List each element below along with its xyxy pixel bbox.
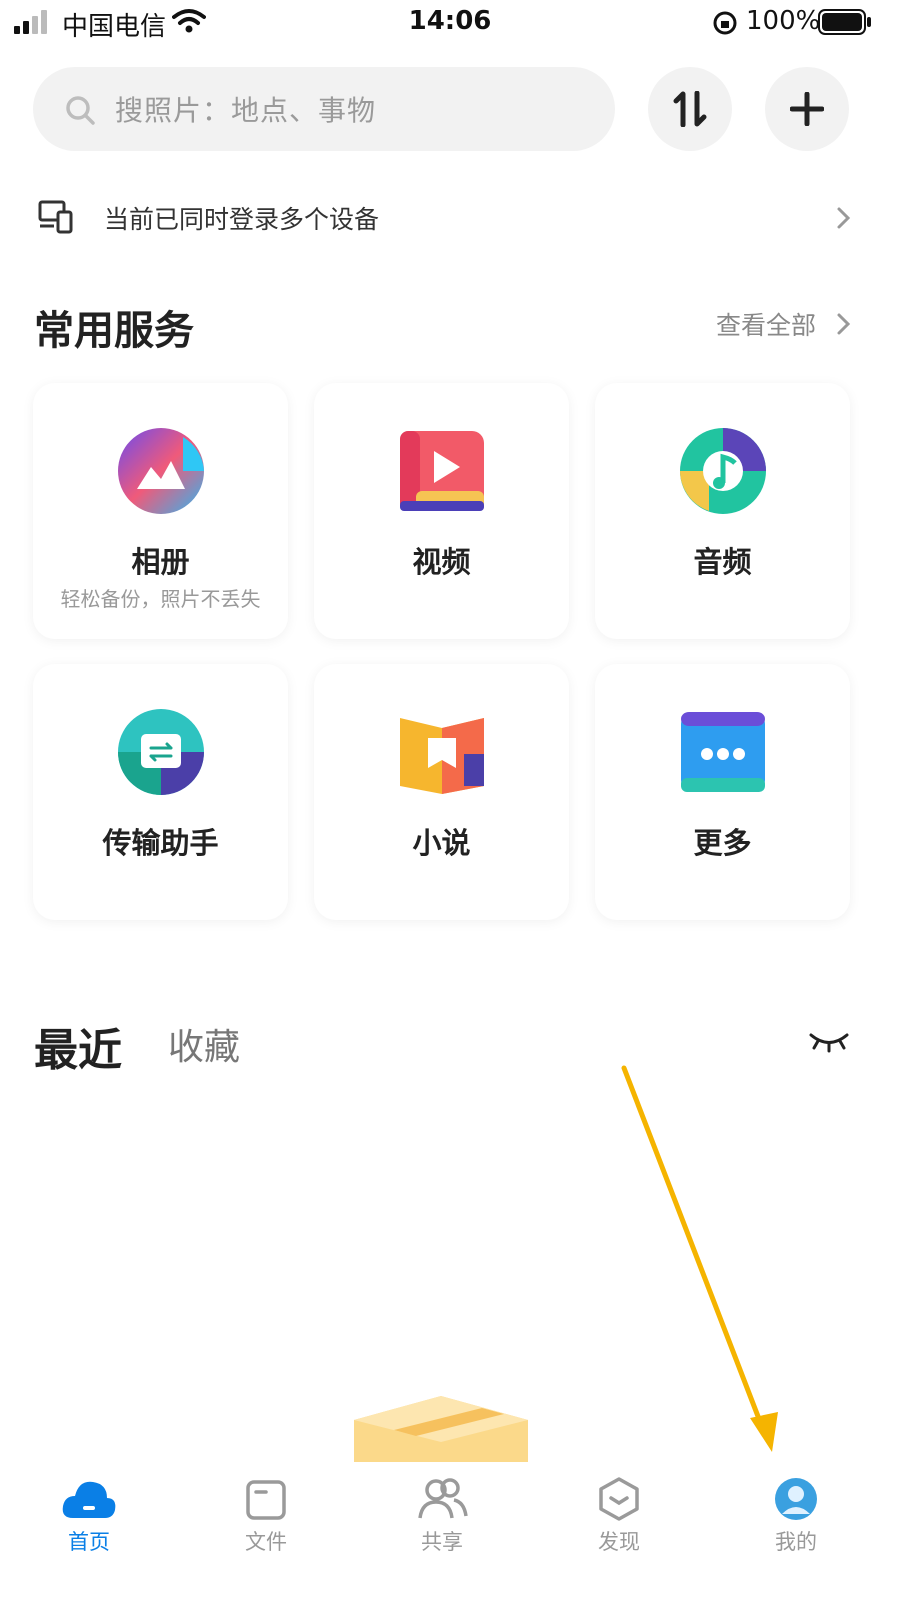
service-label: 传输助手 [102, 826, 219, 860]
audio-icon [680, 428, 766, 514]
tab-share[interactable]: 共享 [382, 1476, 502, 1556]
avatar-icon [775, 1478, 817, 1520]
service-novel[interactable]: 小说 [314, 664, 569, 920]
chevron-right-icon [837, 207, 851, 229]
album-icon [118, 428, 204, 514]
rotation-lock-icon [713, 11, 737, 35]
service-label: 小说 [412, 826, 471, 860]
folder-icon [246, 1480, 286, 1520]
tab-mine[interactable]: 我的 [736, 1476, 856, 1556]
status-bar: 中国电信 14:06 100% [0, 0, 900, 44]
search-icon [66, 96, 95, 125]
service-label: 音频 [693, 545, 752, 579]
people-icon [418, 1478, 468, 1519]
service-subtitle: 轻松备份，照片不丢失 [60, 587, 261, 611]
cloud-icon [62, 1481, 116, 1518]
service-audio[interactable]: 音频 [595, 383, 850, 639]
transfer-icon [118, 709, 204, 795]
video-icon [400, 431, 484, 511]
devices-notice-text: 当前已同时登录多个设备 [104, 205, 380, 234]
tab-home[interactable]: 首页 [29, 1476, 149, 1556]
novel-icon [400, 718, 484, 794]
tab-label: 我的 [775, 1530, 817, 1554]
chevron-right-icon [837, 313, 851, 335]
transfer-list-button[interactable] [648, 67, 732, 151]
tab-favorites[interactable]: 收藏 [168, 1018, 240, 1070]
tab-label: 共享 [421, 1530, 463, 1554]
tab-discover[interactable]: 发现 [559, 1476, 679, 1556]
tab-recent[interactable]: 最近 [34, 1014, 122, 1078]
tab-label: 发现 [598, 1530, 640, 1554]
battery-percent: 100% [746, 6, 821, 36]
search-placeholder: 搜照片：地点、事物 [115, 94, 377, 127]
devices-notice-row[interactable]: 当前已同时登录多个设备 [0, 180, 900, 256]
search-bar[interactable]: 搜照片：地点、事物 [33, 67, 615, 151]
battery-icon [818, 9, 871, 35]
service-transfer-assistant[interactable]: 传输助手 [33, 664, 288, 920]
tab-label: 文件 [245, 1530, 287, 1554]
service-album[interactable]: 相册 轻松备份，照片不丢失 [33, 383, 288, 639]
sort-arrows-icon [673, 91, 707, 127]
service-label: 更多 [693, 826, 752, 860]
tab-files[interactable]: 文件 [206, 1476, 326, 1556]
service-more[interactable]: 更多 [595, 664, 850, 920]
plus-icon [790, 92, 824, 126]
service-label: 视频 [412, 545, 471, 579]
devices-icon [38, 200, 73, 234]
empty-box-illustration [354, 1396, 528, 1464]
view-all-label: 查看全部 [716, 311, 817, 340]
tab-label: 首页 [68, 1530, 110, 1554]
view-all-link[interactable]: 查看全部 [716, 306, 856, 342]
hide-eye-icon[interactable] [808, 1030, 850, 1054]
service-label: 相册 [131, 545, 190, 579]
bottom-tab-bar: 首页 文件 共享 发现 我的 [0, 1462, 900, 1600]
annotation-arrow [621, 1065, 778, 1452]
discover-icon [599, 1477, 639, 1521]
more-icon [681, 712, 765, 792]
services-title: 常用服务 [34, 308, 194, 354]
add-button[interactable] [765, 67, 849, 151]
service-video[interactable]: 视频 [314, 383, 569, 639]
